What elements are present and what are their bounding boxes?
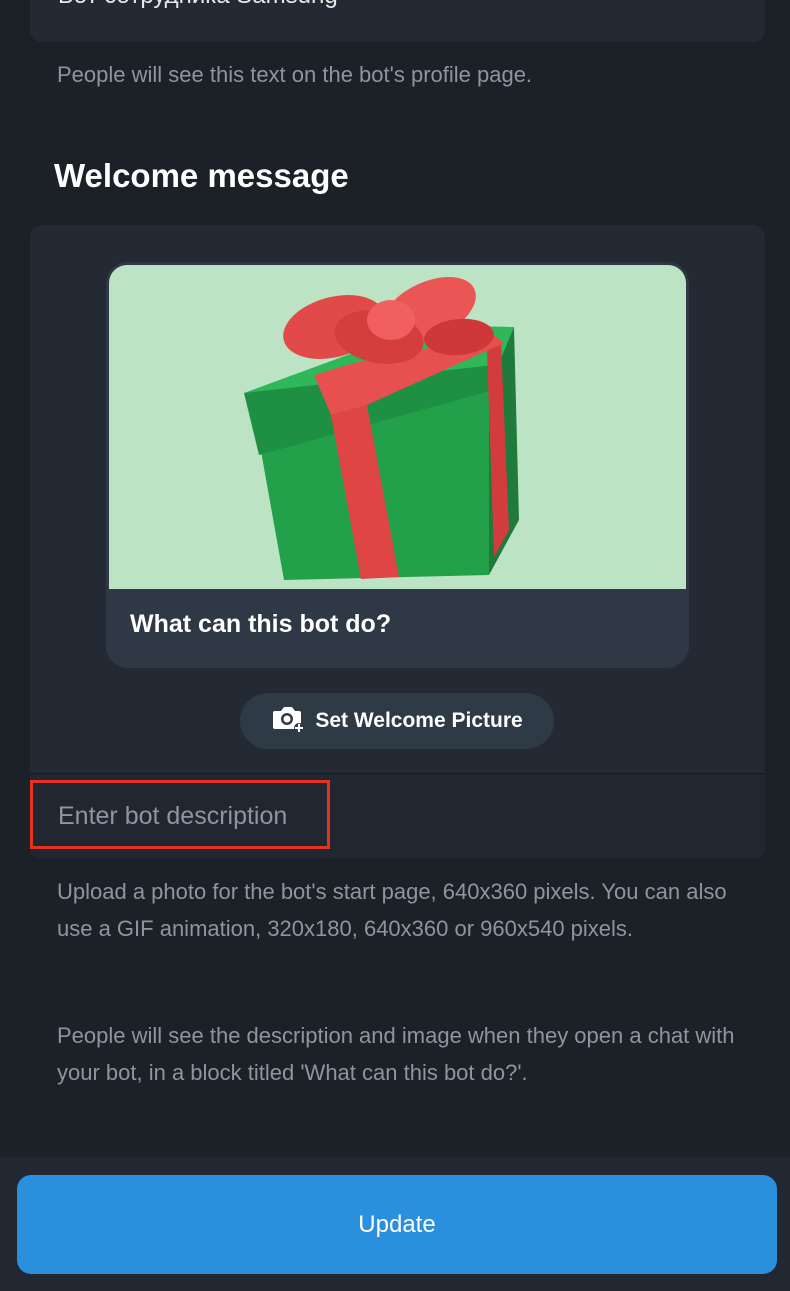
update-button[interactable]: Update bbox=[17, 1175, 777, 1274]
visibility-hint: People will see the description and imag… bbox=[57, 1023, 735, 1085]
set-welcome-picture-button[interactable]: Set Welcome Picture bbox=[240, 693, 554, 749]
gift-box-image bbox=[244, 276, 519, 580]
about-field[interactable]: Бот сотрудника Samsung bbox=[30, 0, 765, 42]
preview-caption: What can this bot do? bbox=[130, 610, 392, 638]
about-field-value: Бот сотрудника Samsung bbox=[58, 0, 338, 10]
update-button-label: Update bbox=[358, 1210, 436, 1238]
camera-plus-icon bbox=[271, 703, 305, 739]
bot-description-placeholder: Enter bot description bbox=[58, 802, 288, 830]
bot-description-input[interactable]: Enter bot description bbox=[30, 774, 765, 859]
upload-hint: Upload a photo for the bot's start page,… bbox=[57, 879, 727, 941]
welcome-picture bbox=[109, 265, 686, 589]
welcome-card: What can this bot do? Set Welcome Pictur… bbox=[30, 225, 765, 859]
set-welcome-picture-label: Set Welcome Picture bbox=[315, 709, 523, 732]
about-hint: People will see this text on the bot's p… bbox=[57, 62, 533, 87]
welcome-preview: What can this bot do? bbox=[106, 262, 689, 668]
section-title-welcome: Welcome message bbox=[54, 157, 349, 194]
